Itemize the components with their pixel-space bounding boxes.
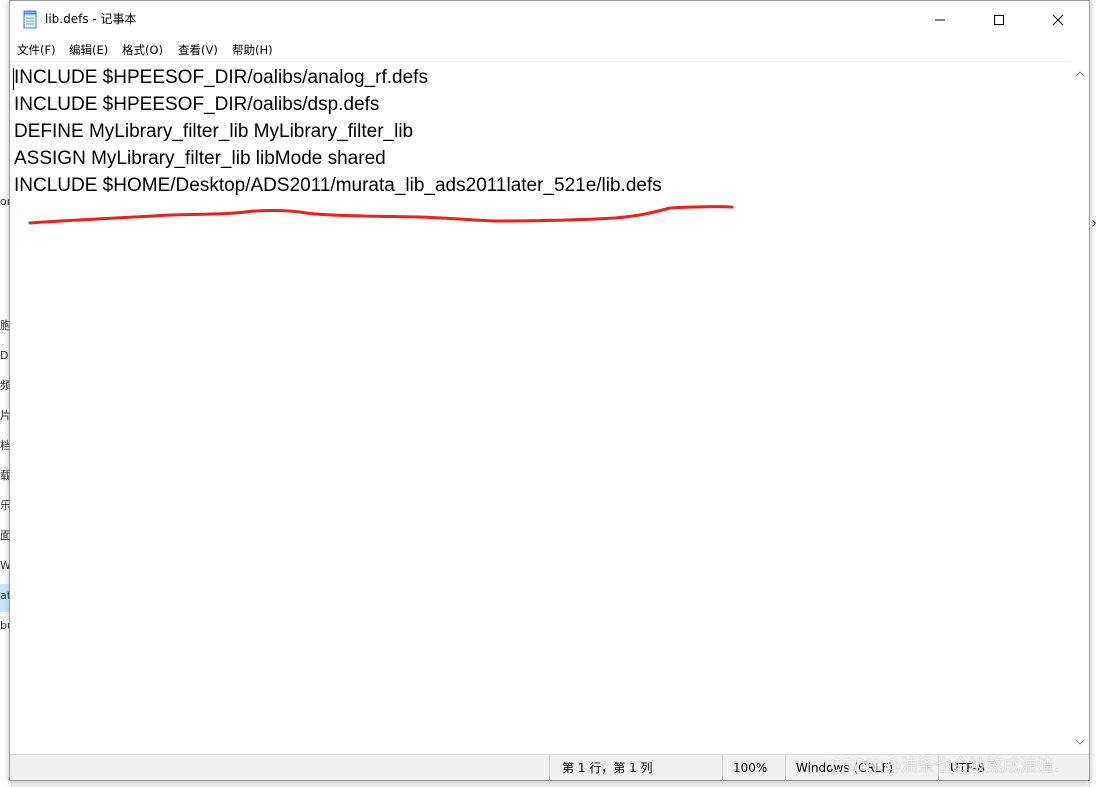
status-divider: [549, 755, 550, 781]
text-editor[interactable]: INCLUDE $HPEESOF_DIR/oalibs/analog_rf.de…: [10, 61, 1071, 754]
editor-line: INCLUDE $HPEESOF_DIR/oalibs/analog_rf.de…: [14, 67, 428, 88]
zoom-level: 100%: [733, 761, 768, 775]
menu-help[interactable]: 帮助(H): [232, 42, 273, 58]
close-button[interactable]: [1029, 1, 1087, 39]
chevron-right-icon: ›: [1091, 212, 1096, 234]
maximize-button[interactable]: [970, 1, 1028, 39]
minimize-button[interactable]: [911, 1, 969, 39]
close-icon: [1052, 14, 1064, 26]
notepad-app-icon: [23, 10, 37, 29]
menu-format[interactable]: 格式(O): [122, 42, 163, 58]
vertical-scrollbar[interactable]: [1071, 61, 1089, 754]
editor-line: INCLUDE $HPEESOF_DIR/oalibs/dsp.defs: [14, 94, 380, 115]
cursor-position: 第 1 行，第 1 列: [562, 761, 653, 775]
scroll-up-icon[interactable]: [1075, 69, 1085, 79]
title-bar[interactable]: lib.defs - 记事本: [10, 1, 1089, 39]
menu-edit[interactable]: 编辑(E): [69, 42, 108, 58]
editor-line: ASSIGN MyLibrary_filter_lib libMode shar…: [14, 148, 386, 169]
editor-line: INCLUDE $HOME/Desktop/ADS2011/murata_lib…: [14, 175, 662, 196]
editor-line: DEFINE MyLibrary_filter_lib MyLibrary_fi…: [14, 121, 414, 142]
status-divider: [722, 755, 723, 781]
maximize-icon: [994, 15, 1004, 25]
menu-bar: 文件(F) 编辑(E) 格式(O) 查看(V) 帮助(H): [10, 39, 1089, 61]
minimize-icon: [935, 19, 945, 21]
csdn-watermark: CSDN @油条也会被熬成油渣.: [830, 756, 1060, 776]
scroll-down-icon[interactable]: [1075, 737, 1085, 747]
menu-view[interactable]: 查看(V): [178, 42, 218, 58]
status-divider: [785, 755, 786, 781]
window-title: lib.defs - 记事本: [45, 12, 137, 26]
notepad-window: lib.defs - 记事本 文件(F) 编辑(E) 格式(O) 查看(V) 帮…: [9, 0, 1090, 781]
background-window-right: ›: [1089, 0, 1096, 787]
menu-file[interactable]: 文件(F): [17, 42, 56, 58]
